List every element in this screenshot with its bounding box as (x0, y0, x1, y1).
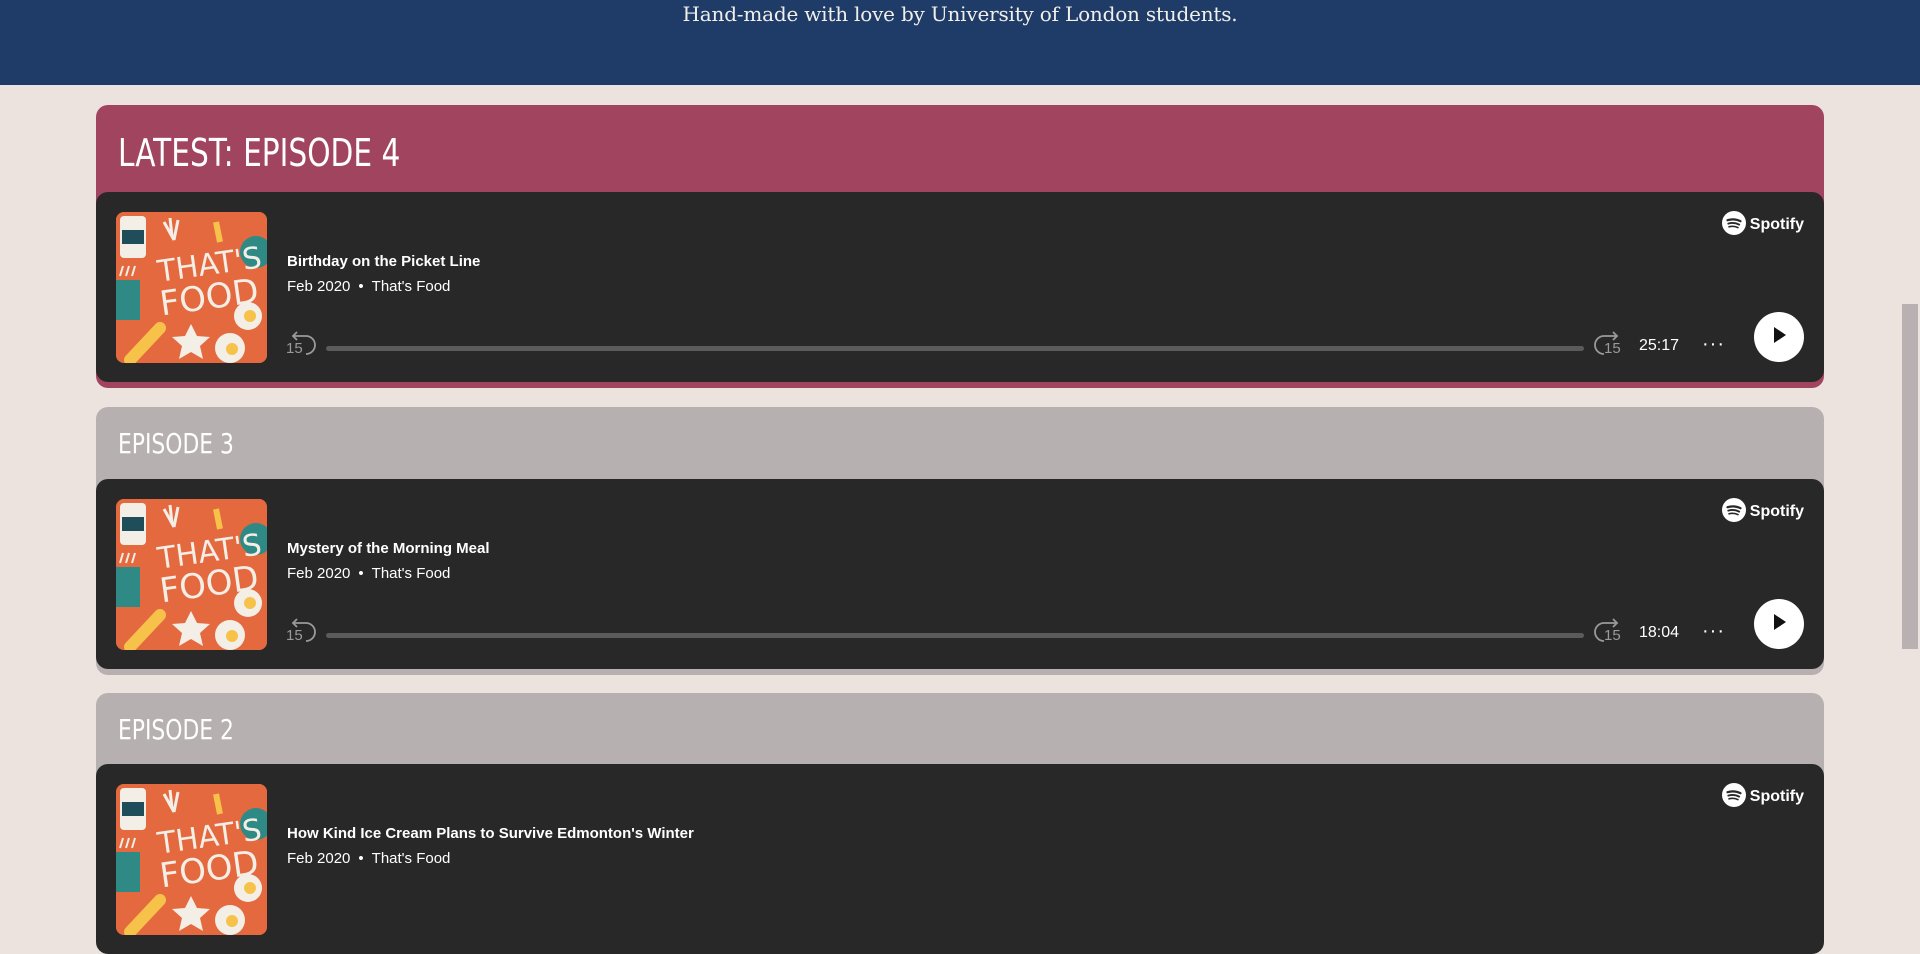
progress-bar[interactable] (326, 633, 1584, 638)
scrollbar-thumb[interactable] (1902, 304, 1918, 649)
spotify-logo[interactable]: Spotify (1721, 497, 1804, 527)
show-name[interactable]: That's Food (372, 278, 451, 295)
spotify-player: THAT'S FOOD Mystery of the Morning Meal … (96, 479, 1824, 669)
more-options-button[interactable]: ··· (1702, 619, 1725, 643)
episode-section-latest: LATEST: EPISODE 4 THAT'S FOOD Birthday o… (96, 105, 1824, 388)
site-tagline: Hand-made with love by University of Lon… (682, 2, 1238, 26)
spotify-logo[interactable]: Spotify (1721, 782, 1804, 812)
separator-dot: • (358, 565, 364, 582)
episode-duration: 25:17 (1639, 337, 1680, 354)
play-button[interactable] (1754, 599, 1804, 649)
podcast-cover-art[interactable]: THAT'S FOOD (116, 499, 267, 650)
skip-back-seconds: 15 (286, 340, 303, 357)
episode-section-2: EPISODE 2 THAT'S FOOD How Kind Ice Cream… (96, 693, 1824, 954)
episode-meta: Feb 2020 • That's Food (287, 278, 450, 295)
section-heading: EPISODE 2 (118, 713, 234, 746)
episode-date: Feb 2020 (287, 565, 351, 582)
section-heading: EPISODE 3 (118, 427, 234, 460)
separator-dot: • (358, 278, 364, 295)
spotify-icon (1721, 497, 1746, 527)
podcast-cover-art[interactable]: THAT'S FOOD (116, 784, 267, 935)
episode-title[interactable]: Birthday on the Picket Line (287, 253, 480, 270)
progress-bar[interactable] (326, 346, 1584, 351)
spotify-logo[interactable]: Spotify (1721, 210, 1804, 240)
episode-title[interactable]: Mystery of the Morning Meal (287, 540, 490, 557)
episode-section-3: EPISODE 3 THAT'S FOOD Mystery of the Mor… (96, 407, 1824, 675)
spotify-label: Spotify (1749, 216, 1804, 233)
spotify-player: THAT'S FOOD How Kind Ice Cream Plans to … (96, 764, 1824, 954)
skip-back-seconds: 15 (286, 627, 303, 644)
show-name[interactable]: That's Food (372, 565, 451, 582)
skip-back-15-button[interactable]: 15 (286, 617, 320, 645)
episode-meta: Feb 2020 • That's Food (287, 565, 450, 582)
section-heading: LATEST: EPISODE 4 (118, 131, 401, 175)
spotify-icon (1721, 782, 1746, 812)
episode-meta: Feb 2020 • That's Food (287, 850, 450, 867)
skip-forward-15-button[interactable]: 15 (1590, 617, 1624, 645)
more-options-button[interactable]: ··· (1702, 332, 1725, 356)
play-button[interactable] (1754, 312, 1804, 362)
skip-back-15-button[interactable]: 15 (286, 330, 320, 358)
podcast-cover-art[interactable]: THAT'S FOOD (116, 212, 267, 363)
site-header: Hand-made with love by University of Lon… (0, 0, 1920, 85)
play-icon (1771, 613, 1787, 636)
separator-dot: • (358, 850, 364, 867)
page-scrollbar[interactable] (1900, 85, 1920, 864)
spotify-player: THAT'S FOOD Birthday on the Picket Line … (96, 192, 1824, 382)
episode-date: Feb 2020 (287, 850, 351, 867)
show-name[interactable]: That's Food (372, 850, 451, 867)
episode-title[interactable]: How Kind Ice Cream Plans to Survive Edmo… (287, 825, 694, 842)
skip-forward-15-button[interactable]: 15 (1590, 330, 1624, 358)
spotify-label: Spotify (1749, 788, 1804, 805)
spotify-label: Spotify (1749, 503, 1804, 520)
play-icon (1771, 326, 1787, 349)
skip-forward-seconds: 15 (1604, 340, 1621, 357)
skip-forward-seconds: 15 (1604, 627, 1621, 644)
spotify-icon (1721, 210, 1746, 240)
episode-duration: 18:04 (1639, 624, 1680, 641)
episode-date: Feb 2020 (287, 278, 351, 295)
